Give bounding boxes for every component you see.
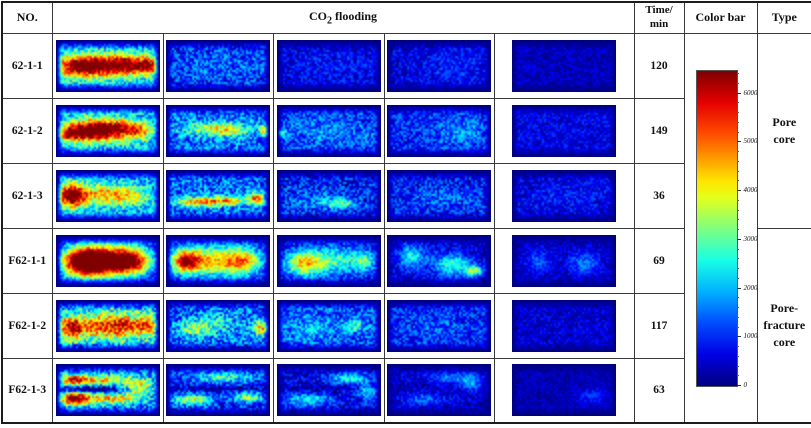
mri-heatmap-image — [512, 235, 616, 287]
colorbar-minor-tick — [737, 180, 739, 181]
mri-heatmap-image — [277, 105, 381, 157]
mri-heatmap-image — [56, 170, 160, 222]
sample-id: F62-1-1 — [2, 228, 52, 293]
mri-heatmap-image — [387, 364, 491, 416]
type-pore-fracture-core: Pore- fracture core — [757, 228, 811, 423]
mri-heatmap-image — [512, 364, 616, 416]
colorbar-minor-tick — [737, 151, 739, 152]
colorbar-tick-label: 20000 — [744, 285, 758, 292]
mri-heatmap-image — [56, 105, 160, 157]
sample-id: F62-1-3 — [2, 358, 52, 423]
colorbar-minor-tick — [737, 268, 739, 269]
mri-heatmap-image — [56, 235, 160, 287]
mri-heatmap-image — [277, 170, 381, 222]
header-colorbar: Color bar — [684, 2, 757, 33]
colorbar-minor-tick — [737, 327, 739, 328]
type-pore-core: Pore core — [757, 33, 811, 228]
colorbar-minor-tick — [737, 161, 739, 162]
time-value: 149 — [634, 98, 684, 163]
mri-heatmap-image — [512, 40, 616, 92]
mri-heatmap-image — [166, 170, 270, 222]
table-row: 62-1-1 120 60000500004000030000200001000… — [2, 33, 811, 98]
mri-heatmap-image — [166, 235, 270, 287]
mri-heatmap-image — [512, 170, 616, 222]
colorbar-minor-tick — [737, 307, 739, 308]
mri-heatmap-image — [387, 40, 491, 92]
colorbar-cell: 60000 50000 40000 30000 20000 10000 0 — [684, 33, 757, 423]
time-value: 36 — [634, 163, 684, 228]
colorbar-minor-tick — [737, 73, 739, 74]
colorbar-tick-label: 60000 — [744, 90, 758, 97]
mri-heatmap-image — [277, 300, 381, 352]
co2-flooding-results-table: NO. CO2 flooding Time/ min Color bar Typ… — [1, 1, 811, 424]
colorbar-tick-label: 50000 — [744, 138, 758, 145]
colorbar-minor-tick — [737, 346, 739, 347]
mri-heatmap-image — [387, 235, 491, 287]
co2-text: CO — [309, 9, 327, 23]
colorbar-gradient — [696, 70, 738, 387]
time-value: 120 — [634, 33, 684, 98]
sample-id: F62-1-2 — [2, 293, 52, 358]
mri-heatmap-image — [387, 300, 491, 352]
sample-id: 62-1-2 — [2, 98, 52, 163]
mri-heatmap-image — [166, 364, 270, 416]
header-row: NO. CO2 flooding Time/ min Color bar Typ… — [2, 2, 811, 33]
colorbar-minor-tick — [737, 122, 739, 123]
colorbar-tick-label: 10000 — [744, 333, 758, 340]
colorbar-minor-tick — [737, 171, 739, 172]
colorbar-major-tick — [737, 336, 741, 337]
colorbar-tick-label: 30000 — [744, 236, 758, 243]
colorbar-major-tick — [737, 288, 741, 289]
colorbar-major-tick — [737, 385, 741, 386]
colorbar-minor-tick — [737, 229, 739, 230]
mri-heatmap-image — [277, 364, 381, 416]
mri-heatmap-image — [277, 40, 381, 92]
sample-id: 62-1-1 — [2, 33, 52, 98]
colorbar-minor-tick — [737, 366, 739, 367]
colorbar-minor-tick — [737, 356, 739, 357]
time-value: 63 — [634, 358, 684, 423]
mri-heatmap-image — [512, 300, 616, 352]
mri-heatmap-image — [56, 40, 160, 92]
header-co2-flooding: CO2 flooding — [52, 2, 634, 33]
header-type: Type — [757, 2, 811, 33]
header-no: NO. — [2, 2, 52, 33]
mri-heatmap-image — [56, 364, 160, 416]
colorbar-major-tick — [737, 93, 741, 94]
header-time: Time/ min — [634, 2, 684, 33]
figure-table: NO. CO2 flooding Time/ min Color bar Typ… — [1, 1, 810, 424]
time-value: 69 — [634, 228, 684, 293]
colorbar: 6000050000400003000020000100000 — [696, 70, 758, 385]
mri-heatmap-image — [512, 105, 616, 157]
colorbar-minor-tick — [737, 83, 739, 84]
mri-heatmap-image — [166, 40, 270, 92]
mri-heatmap-image — [387, 105, 491, 157]
colorbar-minor-tick — [737, 102, 739, 103]
colorbar-minor-tick — [737, 258, 739, 259]
colorbar-minor-tick — [737, 375, 739, 376]
time-value: 117 — [634, 293, 684, 358]
colorbar-minor-tick — [737, 249, 739, 250]
mri-heatmap-image — [387, 170, 491, 222]
colorbar-minor-tick — [737, 317, 739, 318]
colorbar-minor-tick — [737, 278, 739, 279]
mri-heatmap-image — [277, 235, 381, 287]
colorbar-minor-tick — [737, 200, 739, 201]
sample-id: 62-1-3 — [2, 163, 52, 228]
mri-heatmap-image — [166, 300, 270, 352]
colorbar-tick-label: 0 — [744, 382, 748, 389]
colorbar-minor-tick — [737, 132, 739, 133]
colorbar-major-tick — [737, 239, 741, 240]
flooding-text: flooding — [332, 9, 377, 23]
colorbar-major-tick — [737, 141, 741, 142]
colorbar-tick-label: 40000 — [744, 187, 758, 194]
colorbar-minor-tick — [737, 219, 739, 220]
colorbar-minor-tick — [737, 210, 739, 211]
mri-heatmap-image — [166, 105, 270, 157]
colorbar-minor-tick — [737, 112, 739, 113]
mri-heatmap-image — [56, 300, 160, 352]
colorbar-major-tick — [737, 190, 741, 191]
colorbar-minor-tick — [737, 297, 739, 298]
